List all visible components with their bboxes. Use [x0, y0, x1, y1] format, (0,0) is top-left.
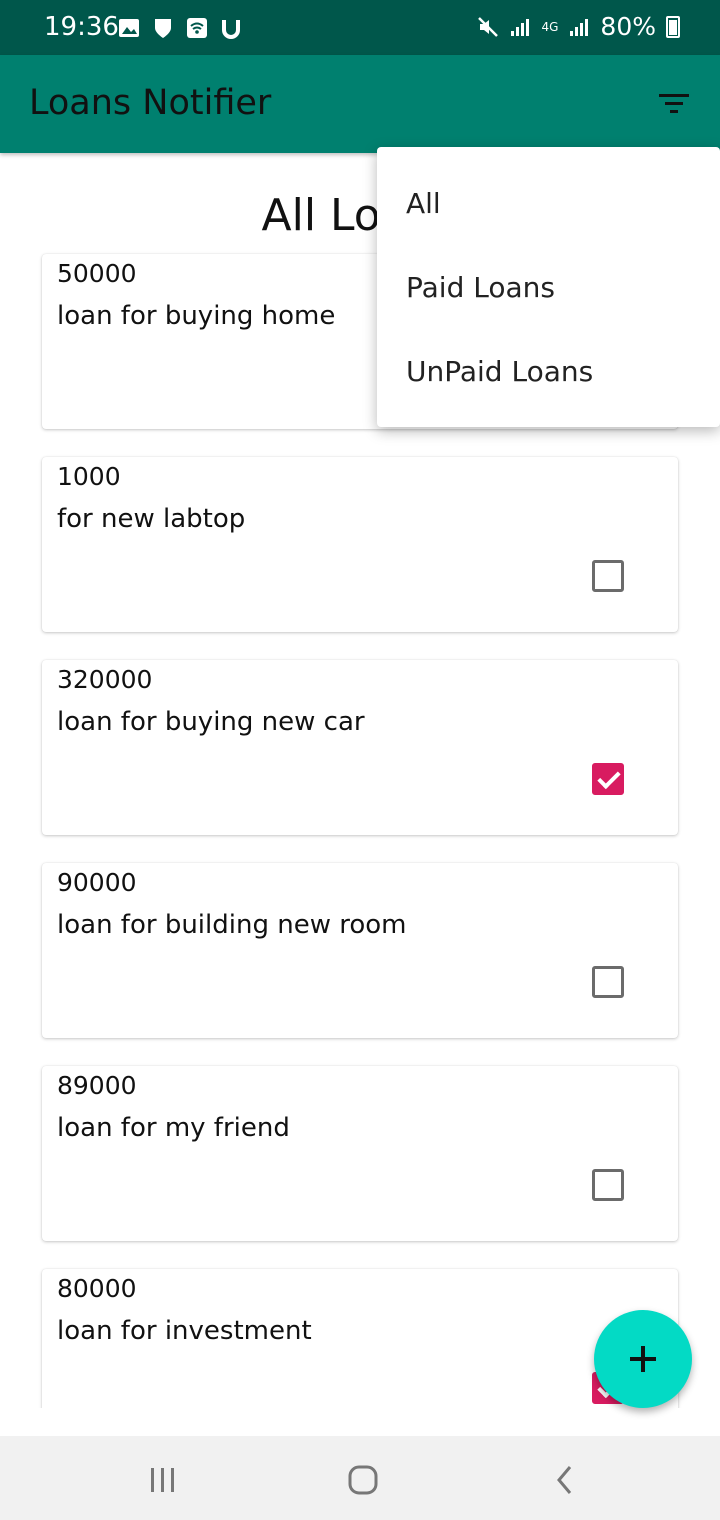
navigation-bar: [0, 1436, 720, 1520]
shield-icon: [155, 19, 171, 38]
loan-description: for new labtop: [57, 504, 246, 534]
loan-description: loan for buying home: [57, 301, 336, 331]
u-icon: [222, 20, 240, 39]
loan-amount: 320000: [57, 665, 153, 694]
paid-checkbox[interactable]: [592, 560, 624, 592]
add-loan-button[interactable]: [594, 1310, 692, 1408]
signal-icon: [511, 18, 530, 36]
loan-card[interactable]: 90000 loan for building new room: [42, 863, 678, 1038]
recents-button[interactable]: [141, 1458, 185, 1502]
paid-checkbox[interactable]: [592, 966, 624, 998]
loan-card[interactable]: 1000 for new labtop: [42, 457, 678, 632]
status-time: 19:36: [44, 12, 119, 42]
mute-icon: [478, 16, 499, 37]
loan-amount: 90000: [57, 868, 137, 897]
app-bar: Loans Notifier: [0, 55, 720, 153]
loan-description: loan for building new room: [57, 910, 407, 940]
loan-amount: 89000: [57, 1071, 137, 1100]
filter-button[interactable]: [650, 80, 698, 128]
app-title: Loans Notifier: [29, 83, 272, 123]
back-icon: [557, 1466, 572, 1494]
menu-item-unpaid[interactable]: UnPaid Loans: [406, 355, 593, 388]
battery-icon: [666, 15, 680, 38]
wifi-icon: [187, 18, 207, 38]
loan-card[interactable]: 89000 loan for my friend: [42, 1066, 678, 1241]
paid-checkbox[interactable]: [592, 763, 624, 795]
loan-card[interactable]: 320000 loan for buying new car: [42, 660, 678, 835]
status-bar: 19:36 4G 80%: [0, 0, 720, 55]
loan-amount: 1000: [57, 462, 121, 491]
back-button[interactable]: [543, 1458, 587, 1502]
image-icon: [119, 19, 139, 37]
notification-icons: [118, 14, 242, 42]
signal-icon-2: [570, 18, 589, 36]
paid-checkbox[interactable]: [592, 1169, 624, 1201]
loan-amount: 80000: [57, 1274, 137, 1303]
loan-card[interactable]: 80000 loan for investment: [42, 1269, 678, 1408]
home-button[interactable]: [341, 1458, 385, 1502]
status-right: 4G 80%: [477, 12, 680, 41]
battery-percent: 80%: [600, 12, 656, 41]
loan-amount: 50000: [57, 259, 137, 288]
loan-description: loan for investment: [57, 1316, 312, 1346]
menu-item-all[interactable]: All: [406, 187, 441, 220]
home-icon: [348, 1465, 378, 1495]
filter-menu: All Paid Loans UnPaid Loans: [377, 147, 720, 427]
loan-description: loan for buying new car: [57, 707, 365, 737]
menu-item-paid[interactable]: Paid Loans: [406, 271, 555, 304]
filter-icon: [659, 94, 689, 113]
loan-description: loan for my friend: [57, 1113, 290, 1143]
plus-icon: [630, 1346, 656, 1372]
network-type: 4G: [541, 19, 559, 34]
recents-icon: [151, 1468, 174, 1492]
